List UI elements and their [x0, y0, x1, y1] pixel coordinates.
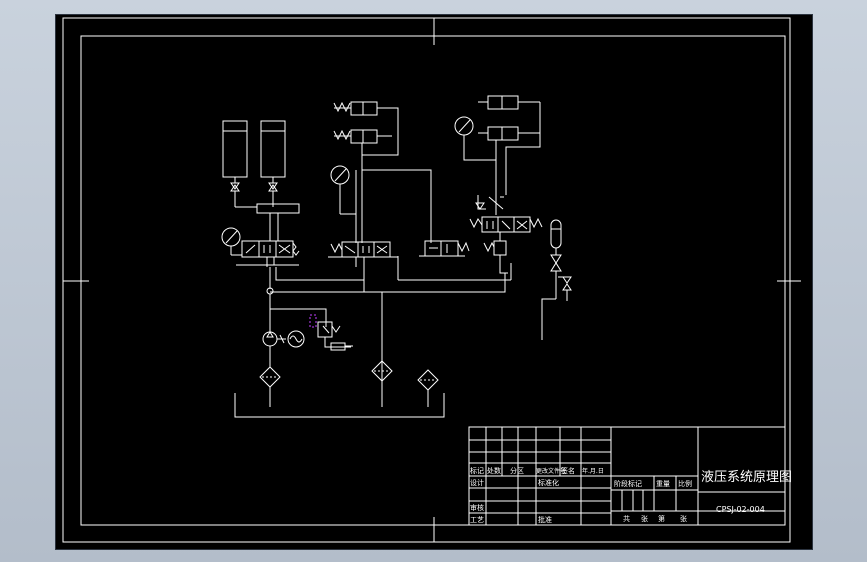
oil-tank: [234, 393, 445, 418]
accumulator-right: [541, 219, 572, 340]
directional-valve-left: [236, 240, 300, 267]
horizontal-cylinder-top-b: [333, 129, 392, 144]
tb-label-mark: 标记: [470, 466, 484, 475]
horizontal-cylinder-right-a: [478, 95, 540, 110]
directional-valve-middle: [328, 241, 398, 267]
tb-label-date: 年.月.日: [582, 467, 604, 475]
drawing-number: CPSJ-02-004: [716, 505, 765, 514]
pressure-gauge-right: [454, 116, 496, 161]
pressure-gauge-middle: [330, 165, 356, 215]
horizontal-cylinder-right-b: [478, 126, 540, 141]
directional-valve-right: [469, 216, 543, 233]
tb-label-design: 设计: [470, 478, 484, 487]
tb-label-review: 审核: [470, 503, 484, 512]
tb-sheet-total: 共: [623, 514, 630, 523]
tb-label-standardized: 标准化: [538, 478, 559, 487]
manifold-block: [256, 203, 300, 214]
electric-motor: [277, 330, 305, 348]
main-pressure-lines: [266, 256, 512, 407]
pressure-gauge-left: [221, 227, 242, 256]
tb-label-signature: 签名: [561, 466, 575, 475]
tb-label-stage-mark: 阶段标记: [614, 479, 642, 488]
hydraulic-pump: [262, 331, 278, 367]
tb-label-scale: 比例: [678, 479, 692, 488]
directional-valve-center: [419, 240, 470, 257]
tb-sheet-index-unit: 张: [680, 514, 687, 523]
tb-sheet-total-unit: 张: [641, 514, 648, 523]
tb-label-count: 处数: [487, 466, 501, 475]
tb-label-process: 工艺: [470, 516, 484, 524]
tb-label-approved: 批准: [538, 515, 552, 524]
sequence-valve-right: [483, 232, 508, 274]
cad-viewport[interactable]: 标记 处数 分区 更改文件号 签名 年.月.日 设计 标准化 审核 工艺 批准 …: [55, 14, 813, 550]
relief-valve: [317, 321, 353, 351]
check-throttle-valve: [475, 195, 504, 215]
tb-sheet-index: 第: [658, 514, 665, 523]
tb-label-weight: 重量: [656, 480, 670, 488]
hydraulic-schematic-drawing: 标记 处数 分区 更改文件号 签名 年.月.日 设计 标准化 审核 工艺 批准 …: [62, 17, 801, 543]
filter-left: [259, 366, 281, 407]
horizontal-cylinder-top-a: [333, 101, 392, 116]
vertical-cylinder-left-a: [222, 120, 248, 207]
drawing-title: 液压系统原理图: [701, 470, 792, 485]
relief-valve-marker: [309, 314, 317, 328]
filter-right: [417, 369, 439, 407]
tb-label-zone: 分区: [510, 466, 524, 475]
vertical-cylinder-left-b: [260, 120, 286, 207]
